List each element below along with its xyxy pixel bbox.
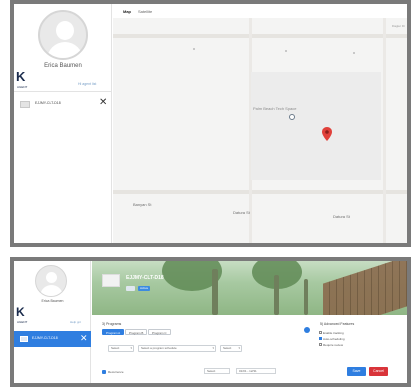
brand-logo: K [16, 305, 25, 319]
map-view-window: Erica Baumen K AGENT Hi agent list EJJMY… [14, 4, 407, 243]
sidebar-item[interactable]: EJJMY-CLT-D18 ✕ [14, 97, 112, 111]
close-icon[interactable]: ✕ [80, 333, 88, 344]
option-label-2: Auto-scheduling [323, 336, 345, 341]
status-badge: Active [138, 286, 151, 291]
user-name: Erica Baumen [41, 299, 64, 303]
banner-thumbnail-icon [102, 274, 120, 287]
select-value: Select a program schedule [141, 346, 177, 350]
option-label-3: Require review [323, 342, 344, 347]
item-thumbnail-icon [20, 101, 30, 108]
banner-boardwalk [323, 261, 407, 315]
option-checkbox-3[interactable] [319, 343, 322, 346]
select-dropdown-1[interactable]: Select ▾ [108, 345, 134, 352]
map-building-block [251, 72, 381, 180]
footer-select[interactable]: Select [204, 368, 230, 374]
sidebar: Erica Baumen K AGENT Hi agent list EJJMY… [14, 4, 112, 243]
sidebar-link[interactable]: Hi agent list [78, 82, 96, 86]
option-checkbox-1[interactable] [319, 331, 322, 334]
date-range-field[interactable]: 01/01 - 12/31 [236, 368, 276, 374]
recurrence-checkbox[interactable] [102, 370, 106, 374]
sidebar-item-label: EJJMY-CLT-D18 [32, 336, 58, 340]
banner-tree-trunk [304, 279, 308, 315]
header-banner-image: EJJMY-CLT-D18 Active [92, 261, 407, 315]
map-road [113, 190, 407, 194]
banner-tree-trunk [212, 269, 218, 315]
user-name: Erica Baumen [44, 63, 82, 69]
map-marker-dot [353, 52, 355, 54]
map-canvas[interactable]: Palm Beach Tech Space Banyan St Datura S… [113, 18, 407, 243]
street-label: Datura St [333, 214, 350, 219]
program-chip-a[interactable]: Program A [102, 329, 125, 335]
select-dropdown-2[interactable]: Select a program schedule ▾ [138, 345, 216, 352]
option-label-1: Enable tracking [323, 330, 344, 335]
select-value: Select [223, 346, 232, 350]
place-pin-icon[interactable] [289, 114, 295, 120]
avatar-body-shape [47, 42, 83, 58]
advanced-section-title: 5) Advanced Features [320, 322, 355, 326]
map-road [113, 34, 407, 38]
tab-satellite[interactable]: Satellite [138, 9, 152, 14]
select-dropdown-3[interactable]: Select ▾ [220, 345, 242, 352]
recurrence-label: Recurrence [108, 370, 124, 374]
street-label: Datura St [233, 210, 250, 215]
user-avatar[interactable] [35, 265, 67, 297]
street-label: Banyan St [133, 202, 152, 207]
date-range-value: 01/01 - 12/31 [239, 369, 257, 373]
map-corner-label: Flagler Dr [391, 24, 405, 28]
tab-map[interactable]: Map [123, 9, 131, 14]
programs-section-title: 3) Programs [102, 322, 122, 326]
map-panel: Map Satellite Palm Beach Tech Space Bany… [113, 4, 407, 243]
brand-logo: K [16, 69, 25, 84]
banner-tag [126, 286, 135, 291]
map-marker-dot [285, 50, 287, 52]
sidebar-divider [14, 91, 112, 92]
map-marker-dot [193, 48, 195, 50]
banner-title: EJJMY-CLT-D18 [126, 275, 164, 281]
user-avatar[interactable] [38, 10, 88, 60]
sidebar: Erica Baumen K AGENT Help grc EJJMY-CLT-… [14, 261, 91, 383]
sidebar-item-label: EJJMY-CLT-D18 [35, 101, 61, 105]
detail-view-window: Erica Baumen K AGENT Help grc EJJMY-CLT-… [14, 261, 407, 383]
map-road [383, 18, 386, 243]
program-chip-c[interactable]: Program C [148, 329, 171, 335]
chevron-down-icon: ▾ [212, 346, 214, 350]
select-value: Select [207, 369, 216, 373]
cancel-button[interactable]: Cancel [369, 367, 388, 376]
chevron-down-icon: ▾ [130, 346, 132, 350]
avatar-body-shape [40, 285, 63, 296]
brand-logo-subtitle: AGENT [17, 85, 28, 89]
detail-panel: EJJMY-CLT-D18 Active 3) Programs Program… [92, 261, 407, 383]
sidebar-link[interactable]: Help grc [70, 320, 81, 324]
brand-logo-subtitle: AGENT [17, 320, 28, 324]
program-chip-b[interactable]: Program B [125, 329, 148, 335]
chevron-down-icon: ▾ [238, 346, 240, 350]
screenshot-detail-view: Erica Baumen K AGENT Help grc EJJMY-CLT-… [10, 257, 411, 387]
map-tab-bar: Map Satellite [113, 4, 407, 18]
location-pin-icon[interactable] [322, 127, 332, 141]
item-thumbnail-icon [20, 336, 28, 342]
option-checkbox-2[interactable] [319, 337, 322, 340]
screenshot-map-view: Erica Baumen K AGENT Hi agent list EJJMY… [10, 0, 411, 247]
sidebar-item-selected[interactable]: EJJMY-CLT-D18 ✕ [14, 331, 91, 347]
map-place-label[interactable]: Palm Beach Tech Space [253, 106, 297, 111]
avatar-head-shape [56, 21, 74, 40]
banner-tree-trunk [274, 275, 279, 315]
save-button[interactable]: Save [347, 367, 366, 376]
close-icon[interactable]: ✕ [99, 97, 107, 109]
info-icon[interactable] [304, 327, 310, 333]
avatar-head-shape [46, 272, 57, 283]
select-value: Select [111, 346, 120, 350]
